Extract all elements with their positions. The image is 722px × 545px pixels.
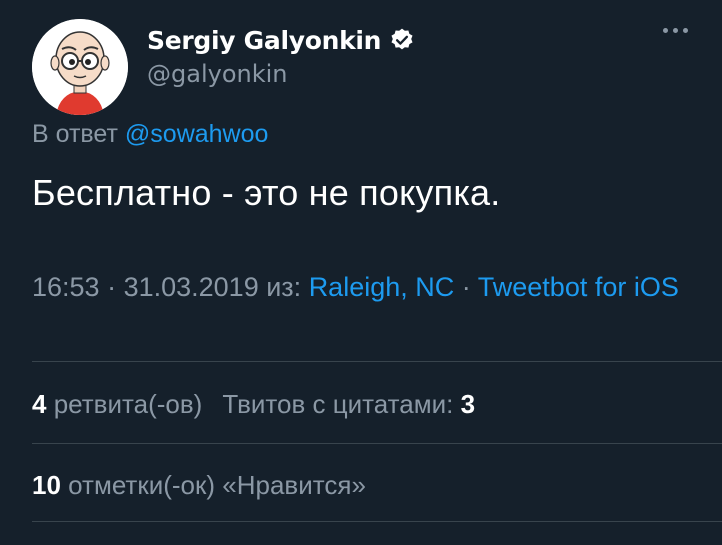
display-name-row: Sergiy Galyonkin [147, 22, 415, 58]
cartoon-face-avatar-icon [32, 19, 128, 115]
author-block: Sergiy Galyonkin @galyonkin [147, 22, 415, 88]
avatar[interactable] [32, 19, 128, 115]
author-handle[interactable]: @galyonkin [147, 60, 415, 88]
client-link[interactable]: Tweetbot for iOS [478, 272, 679, 302]
reply-to-line: В ответ @sowahwoo [32, 120, 268, 149]
tweet-time[interactable]: 16:53 [32, 272, 100, 302]
divider [32, 521, 722, 522]
meta-from-label: из: [258, 272, 309, 302]
meta-separator: · [99, 272, 124, 302]
reply-to-prefix: В ответ [32, 120, 118, 148]
likes-stat[interactable]: 10 отметки(-ок) «Нравится» [32, 470, 366, 501]
tweet-date[interactable]: 31.03.2019 [124, 272, 259, 302]
retweet-stats-row: 4 ретвита(-ов) Твитов с цитатами: 3 [32, 389, 475, 420]
meta-separator: · [454, 272, 478, 302]
quotes-count: 3 [460, 389, 476, 419]
more-dot [663, 28, 668, 33]
retweets-label: ретвита(-ов) [53, 389, 203, 419]
quotes-label: Твитов с цитатами: [222, 389, 454, 419]
reply-mention-link[interactable]: @sowahwoo [125, 120, 269, 148]
tweet-text: Бесплатно - это не покупка. [32, 172, 501, 213]
quotes-stat[interactable]: Твитов с цитатами: 3 [222, 389, 475, 420]
more-options-icon[interactable] [663, 28, 688, 33]
verified-badge-icon [389, 27, 415, 53]
divider [32, 443, 722, 444]
display-name[interactable]: Sergiy Galyonkin [147, 26, 381, 55]
retweets-stat[interactable]: 4 ретвита(-ов) [32, 389, 202, 420]
tweet-card: Sergiy Galyonkin @galyonkin В ответ @sow… [0, 0, 722, 545]
likes-count: 10 [32, 470, 61, 500]
divider [32, 361, 722, 362]
likes-stats-row: 10 отметки(-ок) «Нравится» [32, 470, 366, 501]
tweet-meta: 16:53 · 31.03.2019 из: Raleigh, NC · Twe… [32, 268, 682, 306]
more-dot [673, 28, 678, 33]
retweets-count: 4 [32, 389, 47, 419]
more-dot [683, 28, 688, 33]
location-link[interactable]: Raleigh, NC [309, 272, 455, 302]
likes-label: отметки(-ок) «Нравится» [68, 470, 366, 500]
